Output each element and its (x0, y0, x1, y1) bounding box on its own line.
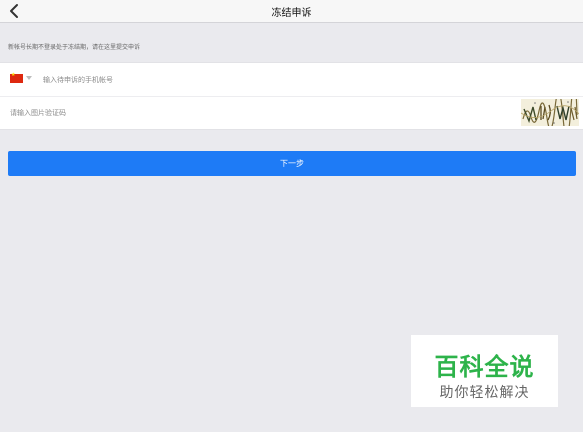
watermark-title: 百科全说 (434, 353, 535, 381)
phone-number-input[interactable] (43, 74, 343, 85)
page-title: 冻结申诉 (271, 8, 312, 19)
navigation-bar: 冻结申诉 (0, 0, 583, 23)
watermark-subtitle: 助你轻松解决 (439, 385, 530, 401)
captcha-row (0, 80, 583, 138)
next-step-button[interactable]: 下一步 (8, 151, 576, 176)
china-flag-icon: ★ (10, 73, 23, 83)
country-code-selector[interactable]: ★ (10, 73, 34, 84)
watermark-logo: 百科全说 助你轻松解决 (411, 335, 558, 407)
captcha-image[interactable] (520, 80, 580, 138)
phone-row: ★ (0, 63, 583, 97)
freeze-notice-text: 新帐号长期不登录处于冻结期，请在这里提交申诉 (8, 44, 141, 51)
captcha-input[interactable] (10, 107, 310, 118)
caret-down-icon (26, 76, 32, 80)
appeal-form: ★ (0, 62, 583, 138)
